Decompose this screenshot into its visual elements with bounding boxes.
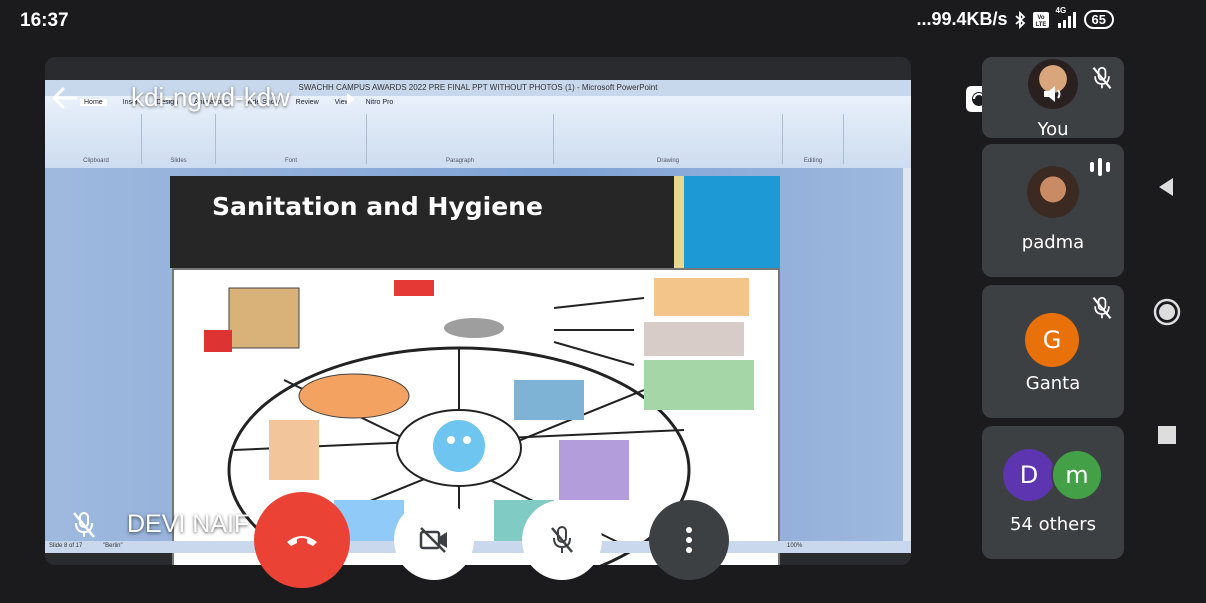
- avatar: D: [1003, 449, 1055, 501]
- mic-off-icon: [73, 512, 95, 538]
- network-type-label: 4G: [1055, 5, 1067, 15]
- back-nav-icon[interactable]: [1155, 176, 1177, 198]
- chevron-right-icon[interactable]: [346, 93, 356, 105]
- recents-nav-icon[interactable]: [1157, 425, 1177, 445]
- avatar: [1027, 166, 1079, 218]
- svg-text:Vo: Vo: [1037, 15, 1045, 21]
- end-call-button[interactable]: [254, 492, 350, 588]
- participant-name: Ganta: [1025, 373, 1081, 394]
- ppt-slide-counter: Slide 8 of 17: [49, 543, 83, 549]
- battery-indicator: 65: [1083, 10, 1114, 29]
- audio-level-icon: [1090, 158, 1110, 176]
- ppt-tab: Nitro Pro: [365, 99, 394, 106]
- ppt-group-font: Font: [216, 114, 367, 164]
- participant-tile-others[interactable]: 54 others: [982, 426, 1124, 559]
- ppt-tab: Home: [80, 99, 107, 106]
- system-indicators: ...99.4KB/s Vo LTE 4G 65: [916, 6, 1114, 30]
- participant-name: You: [1037, 119, 1069, 138]
- volume-icon: [1044, 86, 1061, 102]
- home-nav-icon[interactable]: [1153, 298, 1181, 326]
- clock: 16:37: [20, 10, 69, 31]
- ppt-group-editing: Editing: [783, 114, 844, 164]
- arrow-left-icon[interactable]: [50, 84, 80, 112]
- ppt-scrollbar: [903, 168, 911, 541]
- mic-off-icon: [551, 526, 573, 553]
- participant-tile-you[interactable]: You: [982, 57, 1124, 138]
- volte-icon: VoLTE: [1032, 11, 1049, 28]
- bluetooth-icon: [1014, 10, 1025, 29]
- presenter-name: DEVI NAIF: [127, 510, 250, 538]
- slide-title: Sanitation and Hygiene: [212, 192, 543, 221]
- mic-off-icon: [1092, 66, 1112, 89]
- presentation-tile[interactable]: SWACHH CAMPUS AWARDS 2022 PRE FINAL PPT …: [45, 57, 911, 565]
- phone-hangup-icon: [287, 536, 317, 546]
- status-bar: 16:37 ...99.4KB/s Vo LTE 4G 65: [0, 0, 1206, 40]
- ppt-tab: Review: [295, 99, 319, 106]
- svg-text:LTE: LTE: [1035, 22, 1046, 28]
- mic-toggle-button[interactable]: [522, 500, 602, 580]
- ppt-group-drawing: Drawing: [554, 114, 783, 164]
- camera-toggle-button[interactable]: [394, 500, 474, 580]
- participant-name: 54 others: [1010, 514, 1096, 535]
- ppt-group-clipboard: Clipboard: [51, 114, 142, 164]
- avatar: m: [1051, 449, 1103, 501]
- slide-header-accent: [674, 176, 684, 268]
- more-options-button[interactable]: [649, 500, 729, 580]
- participant-tile-padma[interactable]: padma: [982, 144, 1124, 277]
- network-speed: ...99.4KB/s: [916, 9, 1008, 29]
- more-vertical-icon: [686, 527, 692, 553]
- ppt-group-slides: Slides: [142, 114, 216, 164]
- ppt-zoom: 100%: [787, 543, 803, 549]
- slide-header-band: [170, 176, 674, 268]
- participant-name: padma: [1021, 232, 1085, 253]
- meeting-code[interactable]: kdi-ngwd-kdw: [131, 82, 290, 113]
- avatar: G: [1025, 313, 1079, 367]
- ppt-status-bar: Slide 8 of 17 "Berlin" 100%: [45, 541, 911, 553]
- slide-header-accent-blue: [684, 176, 780, 268]
- mic-off-icon: [1092, 296, 1112, 319]
- ppt-group-paragraph: Paragraph: [367, 114, 554, 164]
- ppt-theme-name: "Berlin": [103, 543, 123, 549]
- signal-indicator: 4G: [1056, 6, 1078, 28]
- camera-off-icon: [419, 527, 447, 553]
